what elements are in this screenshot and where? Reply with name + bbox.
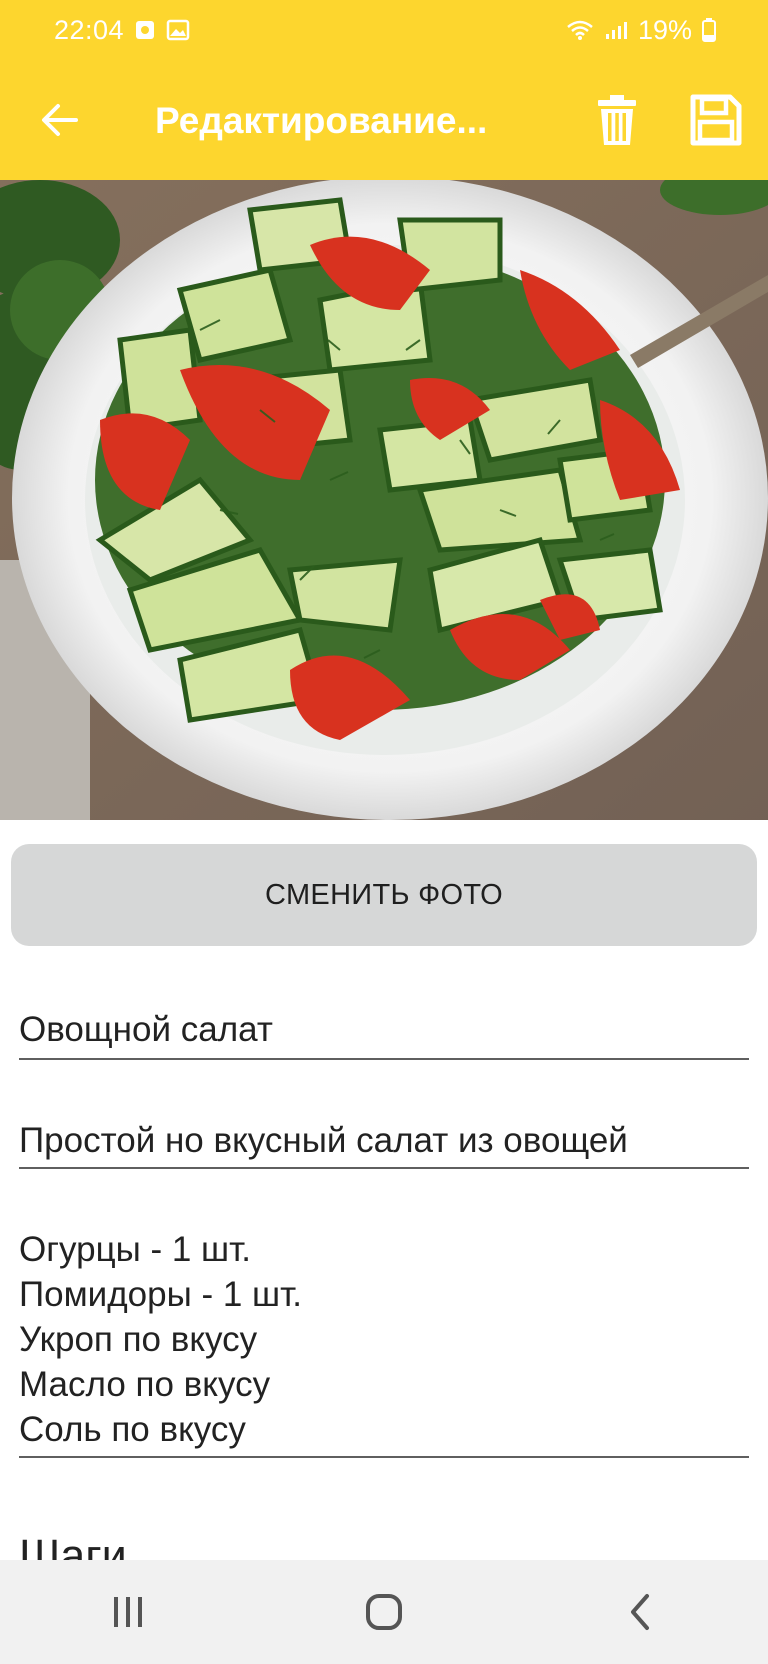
floppy-disk-icon: [690, 94, 742, 146]
ingredient-line: Помидоры - 1 шт.: [19, 1275, 302, 1314]
back-button[interactable]: [36, 96, 84, 144]
gallery-icon: [166, 19, 190, 41]
back-nav-button[interactable]: [580, 1572, 700, 1652]
ingredient-line: Огурцы - 1 шт.: [19, 1230, 252, 1269]
recent-apps-icon: [114, 1597, 142, 1627]
recipe-photo: [0, 180, 768, 820]
delete-button[interactable]: [592, 90, 642, 150]
home-icon: [366, 1594, 402, 1630]
arrow-left-icon: [42, 104, 78, 136]
notification-icon: [134, 19, 156, 41]
ingredients-field[interactable]: Огурцы - 1 шт. Помидоры - 1 шт. Укроп по…: [19, 1225, 749, 1458]
battery-percent: 19%: [637, 14, 692, 45]
save-button[interactable]: [688, 90, 744, 150]
system-nav-bar: [0, 1560, 768, 1664]
change-photo-button[interactable]: СМЕНИТЬ ФОТО: [11, 844, 757, 946]
status-time: 22:04: [54, 14, 125, 45]
wifi-icon: [566, 19, 594, 41]
app-bar: Редактирование...: [0, 60, 768, 180]
recipe-description-field[interactable]: Простой но вкусный салат из овощей: [19, 1117, 749, 1169]
status-right: 19%: [566, 15, 716, 46]
ingredient-line: Соль по вкусу: [19, 1410, 246, 1449]
ingredient-line: Масло по вкусу: [19, 1365, 271, 1404]
page-title: Редактирование...: [155, 100, 488, 141]
status-bar: 22:04 19%: [0, 0, 768, 60]
ingredient-line: Укроп по вкусу: [19, 1320, 258, 1359]
recipe-title-field[interactable]: Овощной салат: [19, 1005, 749, 1060]
trash-icon: [598, 95, 636, 145]
status-left: 22:04: [54, 15, 190, 46]
chevron-left-icon: [631, 1594, 649, 1630]
recent-apps-button[interactable]: [68, 1572, 188, 1652]
home-button[interactable]: [324, 1572, 444, 1652]
signal-icon: [604, 19, 628, 41]
battery-icon: [702, 18, 716, 42]
salad-photo-image: [0, 180, 768, 820]
